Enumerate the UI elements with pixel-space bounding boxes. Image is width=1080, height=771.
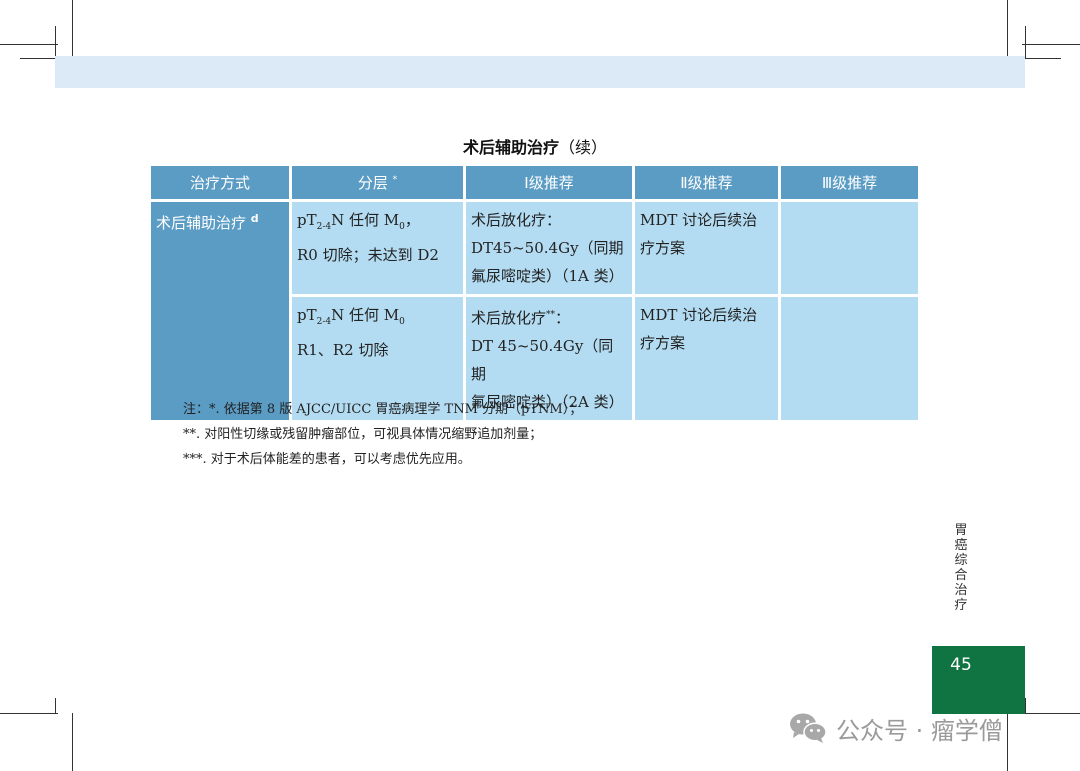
wechat-icon	[790, 713, 827, 743]
header-stage: 分层 *	[292, 166, 463, 199]
crop-mark	[1007, 713, 1008, 771]
crop-mark	[20, 58, 56, 59]
modality-cell: 术后辅助治疗 d	[151, 202, 289, 420]
header-level1: Ⅰ级推荐	[466, 166, 632, 199]
crop-mark	[1025, 58, 1061, 59]
table-title: 术后辅助治疗（续）	[150, 134, 920, 158]
table-title-suffix: （续）	[559, 138, 608, 157]
crop-mark	[1025, 26, 1026, 58]
recommendation-table: 治疗方式 分层 * Ⅰ级推荐 Ⅱ级推荐 Ⅲ级推荐 术后辅助治疗 d pT2-4N…	[148, 163, 921, 423]
note-line: ***. 对于术后体能差的患者，可以考虑优先应用。	[183, 452, 471, 467]
crop-mark	[55, 698, 56, 714]
level2-cell: MDT 讨论后续治 疗方案	[635, 297, 778, 420]
header-band	[55, 56, 1025, 88]
header-level2: Ⅱ级推荐	[635, 166, 778, 199]
crop-mark	[1022, 44, 1080, 45]
crop-mark	[1007, 0, 1008, 58]
crop-mark	[72, 713, 73, 771]
table-row: 术后辅助治疗 d pT2-4N 任何 M0， R0 切除；未达到 D2 术后放化…	[151, 202, 918, 420]
table-header-row: 治疗方式 分层 * Ⅰ级推荐 Ⅱ级推荐 Ⅲ级推荐	[151, 166, 918, 199]
table-title-text: 术后辅助治疗	[462, 138, 559, 157]
crop-mark	[55, 26, 56, 58]
crop-mark	[1025, 698, 1026, 714]
level3-cell	[781, 297, 918, 420]
page-number: 45	[950, 655, 972, 675]
modality-label: 术后辅助治疗	[156, 214, 247, 232]
level3-cell	[781, 202, 918, 294]
crop-mark	[0, 44, 58, 45]
page-number-box: 45	[932, 646, 1025, 714]
level1-cell: 术后放化疗： DT45~50.4Gy（同期 氟尿嘧啶类）（1A 类）	[466, 202, 632, 294]
crop-mark	[1022, 713, 1080, 714]
header-level3: Ⅲ级推荐	[781, 166, 918, 199]
level2-cell: MDT 讨论后续治 疗方案	[635, 202, 778, 294]
crop-mark	[72, 0, 73, 58]
note-line: **. 对阳性切缘或残留肿瘤部位，可视具体情况缩野追加剂量；	[183, 427, 543, 442]
watermark: 公众号 · 瘤学僧	[788, 708, 1003, 748]
header-stage-mark: *	[392, 175, 398, 185]
crop-mark	[0, 713, 58, 714]
watermark-text: 公众号 · 瘤学僧	[836, 716, 1003, 745]
table-notes: 注：*. 依据第 8 版 AJCC/UICC 胃癌病理学 TNM 分期（pTNM…	[183, 397, 582, 472]
modality-mark: d	[250, 212, 259, 225]
note-line: 注：*. 依据第 8 版 AJCC/UICC 胃癌病理学 TNM 分期（pTNM…	[183, 402, 583, 417]
stage-cell: pT2-4N 任何 M0， R0 切除；未达到 D2	[292, 202, 463, 294]
header-modality: 治疗方式	[151, 166, 289, 199]
chapter-side-label: 胃癌综合治疗	[954, 523, 968, 613]
